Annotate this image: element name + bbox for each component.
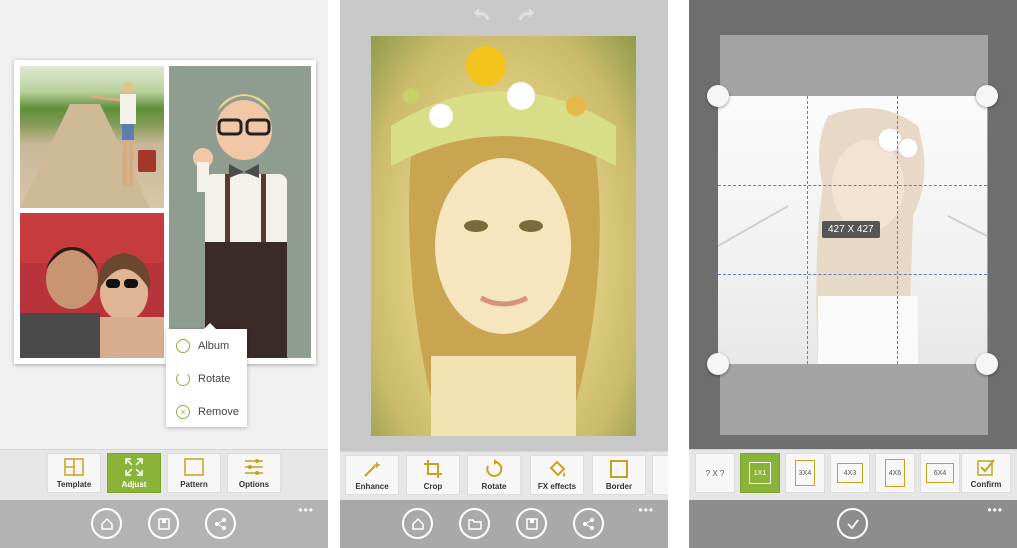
save-icon <box>157 517 170 530</box>
accept-button[interactable] <box>837 508 868 539</box>
ratio-6x4-button[interactable]: 6X4 <box>920 453 960 493</box>
collage-screen: Album Rotate × Remove Template Adjust Pa… <box>0 0 328 548</box>
ratio-free-button[interactable]: ? X ? <box>695 453 735 493</box>
more-button[interactable]: ••• <box>298 504 314 516</box>
ratio-3x4-button[interactable]: 3X4 <box>785 453 825 493</box>
share-icon <box>582 517 594 530</box>
template-icon <box>64 458 84 476</box>
crop-handle-bottom-right[interactable] <box>976 353 998 375</box>
folder-icon <box>467 518 482 530</box>
album-icon <box>176 339 190 353</box>
adjust-button[interactable]: Adjust <box>107 453 161 493</box>
app-bar: ••• <box>340 500 668 548</box>
more-tools-partial[interactable] <box>652 455 668 495</box>
collage-photo-couple[interactable] <box>20 213 164 358</box>
ratio-4x3-button[interactable]: 4X3 <box>830 453 870 493</box>
undo-button[interactable] <box>473 6 493 27</box>
crop-grid-v2 <box>897 96 898 364</box>
crop-grid-h2 <box>718 274 987 275</box>
edit-toolbar: Enhance Crop Rotate FX effects Border <box>340 451 668 502</box>
rotate-button[interactable]: Rotate <box>467 455 521 495</box>
menu-item-remove[interactable]: × Remove <box>176 405 239 419</box>
photo-edit-screen: Enhance Crop Rotate FX effects Border ••… <box>340 0 668 548</box>
save-button[interactable] <box>516 508 547 539</box>
fx-effects-icon <box>549 460 566 477</box>
crop-handle-bottom-left[interactable] <box>707 353 729 375</box>
save-icon <box>525 517 538 530</box>
rotate-icon <box>176 372 190 386</box>
rotate-icon <box>486 459 503 477</box>
adjust-icon <box>125 458 143 476</box>
collage-toolbar: Template Adjust Pattern Options <box>0 449 328 500</box>
redo-button[interactable] <box>515 6 535 27</box>
app-bar: ••• <box>0 500 328 548</box>
crop-screen: 427 X 427 ? X ? 1X1 3X4 4X3 4X6 6X4 Conf… <box>689 0 1017 548</box>
options-button[interactable]: Options <box>227 453 281 493</box>
open-folder-button[interactable] <box>459 508 490 539</box>
remove-icon: × <box>176 405 190 419</box>
more-button[interactable]: ••• <box>638 504 654 516</box>
crop-handle-top-left[interactable] <box>707 85 729 107</box>
check-icon <box>846 518 859 529</box>
crop-grid-v1 <box>807 96 808 364</box>
home-icon <box>411 517 424 530</box>
enhance-button[interactable]: Enhance <box>345 455 399 495</box>
confirm-icon <box>977 459 995 476</box>
border-icon <box>610 460 628 478</box>
crop-grid-h1 <box>718 185 987 186</box>
ratio-toolbar: ? X ? 1X1 3X4 4X3 4X6 6X4 Confirm <box>689 449 1017 500</box>
collage-photo-boy[interactable] <box>169 66 311 358</box>
pattern-icon <box>184 458 204 476</box>
photo-context-menu: Album Rotate × Remove <box>166 323 247 427</box>
share-icon <box>214 517 226 530</box>
home-button[interactable] <box>402 508 433 539</box>
fx-effects-button[interactable]: FX effects <box>530 455 584 495</box>
confirm-button[interactable]: Confirm <box>961 453 1011 493</box>
menu-item-rotate[interactable]: Rotate <box>176 372 230 386</box>
wand-icon <box>364 461 381 477</box>
crop-handle-top-right[interactable] <box>976 85 998 107</box>
home-button[interactable] <box>91 508 122 539</box>
more-button[interactable]: ••• <box>987 504 1003 516</box>
crop-icon <box>424 460 442 478</box>
crop-size-label: 427 X 427 <box>822 221 880 238</box>
collage-photo-road[interactable] <box>20 66 164 208</box>
edited-photo[interactable] <box>371 36 636 436</box>
share-button[interactable] <box>573 508 604 539</box>
options-icon <box>245 459 263 475</box>
pattern-button[interactable]: Pattern <box>167 453 221 493</box>
ratio-1x1-button[interactable]: 1X1 <box>740 453 780 493</box>
app-bar: ••• <box>689 500 1017 548</box>
share-button[interactable] <box>205 508 236 539</box>
save-button[interactable] <box>148 508 179 539</box>
template-button[interactable]: Template <box>47 453 101 493</box>
menu-item-album[interactable]: Album <box>176 339 229 353</box>
home-icon <box>100 517 113 530</box>
redo-icon <box>519 8 534 20</box>
ratio-4x6-button[interactable]: 4X6 <box>875 453 915 493</box>
undo-icon <box>474 8 489 20</box>
crop-region[interactable]: 427 X 427 <box>718 96 987 364</box>
border-button[interactable]: Border <box>592 455 646 495</box>
crop-button[interactable]: Crop <box>406 455 460 495</box>
